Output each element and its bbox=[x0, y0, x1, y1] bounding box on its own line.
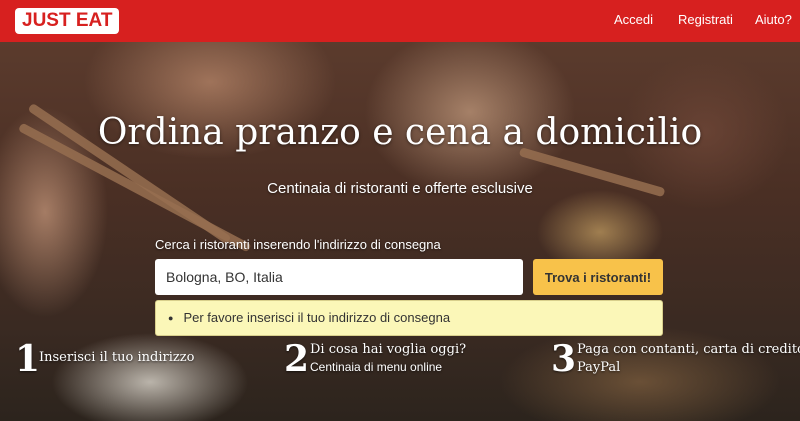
step-number: 2 bbox=[284, 338, 310, 380]
address-error-message: ● Per favore inserisci il tuo indirizzo d… bbox=[155, 300, 663, 336]
step-title-line2: PayPal bbox=[577, 360, 621, 375]
step-subtitle: Centinaia di menu online bbox=[310, 360, 443, 374]
step-2: 2 Di cosa hai voglia oggi? Centinaia di … bbox=[284, 341, 484, 381]
just-eat-logo[interactable]: JUST EAT bbox=[15, 8, 120, 34]
bullet-icon: ● bbox=[168, 313, 174, 323]
step-title: Paga con contanti, carta di credito o bbox=[577, 342, 800, 357]
step-3: 3 Paga con contanti, carta di credito o … bbox=[551, 338, 800, 381]
find-restaurants-button[interactable]: Trova i ristoranti! bbox=[533, 259, 663, 295]
step-1: 1 Inserisci il tuo indirizzo bbox=[15, 341, 215, 381]
login-link[interactable]: Accedi bbox=[614, 12, 653, 27]
address-input[interactable] bbox=[155, 259, 523, 295]
register-link[interactable]: Registrati bbox=[678, 12, 733, 27]
step-title: Inserisci il tuo indirizzo bbox=[39, 350, 195, 365]
step-number: 1 bbox=[15, 338, 41, 380]
hero-subtitle: Centinaia di ristoranti e offerte esclus… bbox=[267, 180, 533, 197]
top-bar: JUST EAT Accedi Registrati Aiuto? bbox=[0, 0, 800, 42]
help-link[interactable]: Aiuto? bbox=[755, 12, 792, 27]
hero-title: Ordina pranzo e cena a domicilio bbox=[97, 112, 703, 153]
step-number: 3 bbox=[551, 338, 577, 380]
step-title: Di cosa hai voglia oggi? bbox=[310, 342, 467, 357]
search-label: Cerca i ristoranti inserendo l'indirizzo… bbox=[155, 237, 441, 252]
error-text: Per favore inserisci il tuo indirizzo di… bbox=[183, 310, 451, 325]
